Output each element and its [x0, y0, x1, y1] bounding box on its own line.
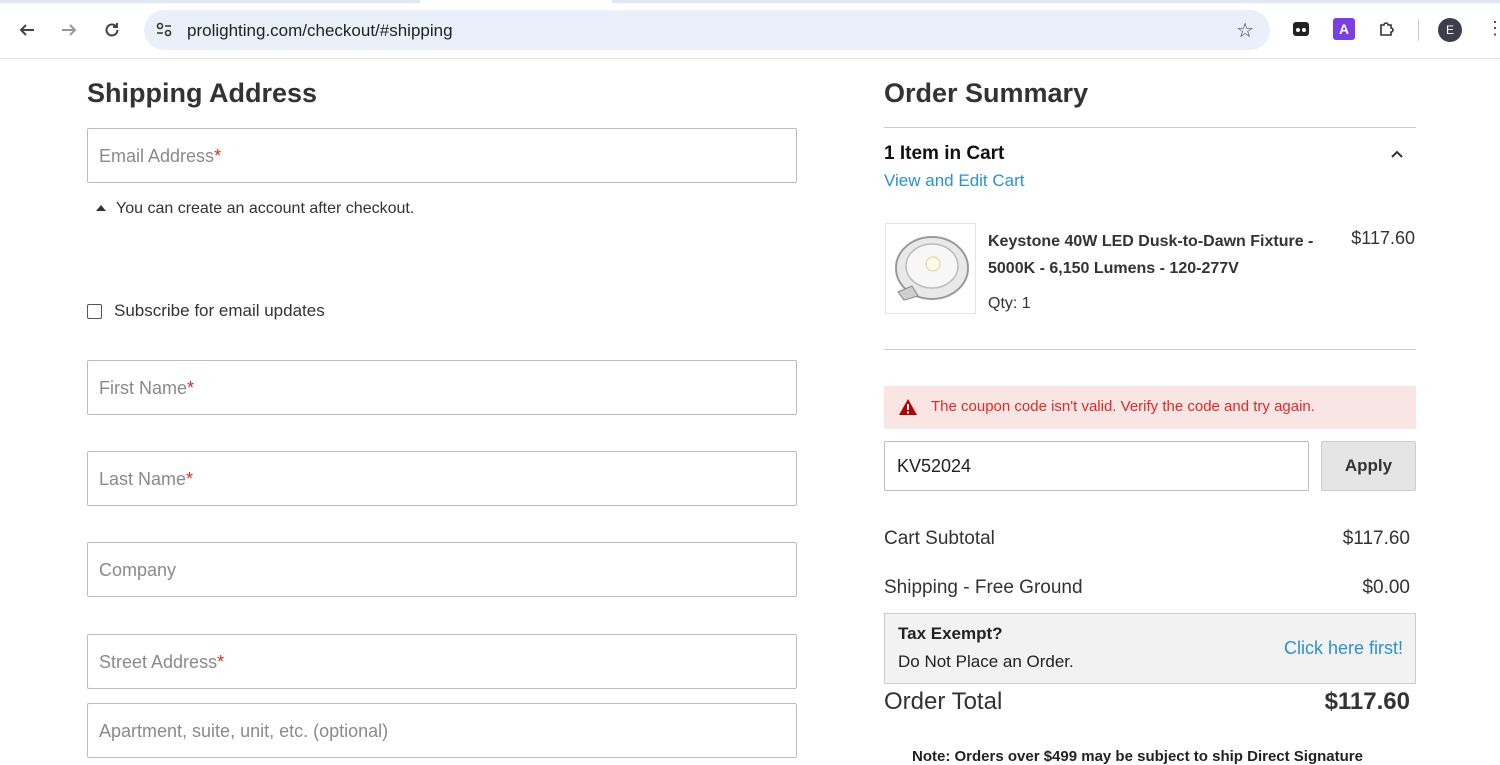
cart-count[interactable]: 1 Item in Cart	[884, 143, 1004, 165]
subscribe-label: Subscribe for email updates	[114, 301, 325, 320]
first-name-placeholder: First Name*	[99, 378, 195, 398]
last-name-placeholder: Last Name*	[99, 469, 194, 489]
last-name-field[interactable]: Last Name*	[87, 451, 797, 506]
order-summary-title: Order Summary	[884, 78, 1089, 108]
product-qty: Qty: 1	[988, 295, 1031, 312]
tab-strip	[0, 0, 1500, 3]
shipping-value: $0.00	[1362, 577, 1410, 598]
order-total-value: $117.60	[1324, 688, 1410, 715]
tax-exempt-box: Tax Exempt? Do Not Place an Order. Click…	[884, 613, 1416, 684]
subtotal-value: $117.60	[1342, 528, 1410, 549]
address-bar[interactable]: prolighting.com/checkout/#shipping ☆	[144, 10, 1270, 50]
extension-icon[interactable]	[1290, 18, 1312, 40]
coupon-error-text: The coupon code isn't valid. Verify the …	[931, 398, 1315, 415]
email-placeholder: Email Address*	[99, 146, 222, 166]
forward-icon[interactable]	[53, 14, 85, 46]
shipping-label: Shipping - Free Ground	[884, 577, 1083, 598]
profile-initial: E	[1445, 23, 1454, 37]
back-icon[interactable]	[11, 14, 43, 46]
divider	[884, 127, 1416, 128]
first-name-field[interactable]: First Name*	[87, 360, 797, 415]
coupon-code-value[interactable]: KV52024	[897, 456, 971, 477]
shipping-title: Shipping Address	[87, 78, 318, 108]
profile-avatar[interactable]: E	[1438, 18, 1462, 42]
site-info-icon[interactable]	[152, 18, 176, 42]
company-field[interactable]: Company	[87, 542, 797, 597]
warning-icon	[899, 399, 917, 415]
company-placeholder: Company	[99, 560, 177, 580]
divider	[884, 349, 1416, 350]
coupon-error-message: The coupon code isn't valid. Verify the …	[884, 386, 1416, 429]
caret-up-icon	[96, 205, 106, 211]
product-name: Keystone 40W LED Dusk-to-Dawn Fixture - …	[988, 233, 1314, 277]
tax-exempt-text: Do Not Place an Order.	[898, 652, 1074, 671]
shipping-note: Note: Orders over $499 may be subject to…	[912, 748, 1363, 765]
apartment-field[interactable]: Apartment, suite, unit, etc. (optional)	[87, 703, 797, 758]
order-total-label: Order Total	[884, 688, 1003, 715]
tax-exempt-title: Tax Exempt?	[898, 624, 1003, 643]
product-price: $117.60	[1351, 228, 1415, 248]
browser-toolbar: prolighting.com/checkout/#shipping ☆ A E…	[0, 0, 1500, 59]
chevron-up-icon[interactable]	[1390, 146, 1404, 162]
street-placeholder: Street Address*	[99, 652, 225, 672]
menu-dots-icon[interactable]: ⋮	[1486, 18, 1500, 39]
subscribe-checkbox[interactable]: Subscribe for email updates	[87, 301, 325, 321]
account-tip: You can create an account after checkout…	[96, 200, 414, 218]
apartment-placeholder: Apartment, suite, unit, etc. (optional)	[99, 721, 389, 741]
reload-icon[interactable]	[96, 14, 128, 46]
apply-coupon-button[interactable]: Apply	[1321, 441, 1416, 491]
street-address-field[interactable]: Street Address*	[87, 634, 797, 689]
account-tip-text: You can create an account after checkout…	[116, 200, 415, 217]
subtotal-label: Cart Subtotal	[884, 528, 995, 549]
extension-a-label: A	[1338, 21, 1350, 37]
tax-exempt-link[interactable]: Click here first!	[1284, 638, 1403, 659]
toolbar-divider	[1418, 19, 1419, 41]
bookmark-star-icon[interactable]: ☆	[1236, 18, 1254, 43]
extension-a-icon[interactable]: A	[1333, 18, 1355, 40]
coupon-code-input[interactable]: KV52024	[884, 441, 1309, 491]
url-text[interactable]: prolighting.com/checkout/#shipping	[187, 21, 453, 41]
checkbox-icon[interactable]	[87, 303, 102, 319]
product-thumbnail[interactable]	[885, 223, 976, 314]
email-field[interactable]: Email Address*	[87, 128, 797, 183]
view-edit-cart-link[interactable]: View and Edit Cart	[884, 171, 1024, 191]
extensions-puzzle-icon[interactable]	[1376, 18, 1398, 40]
